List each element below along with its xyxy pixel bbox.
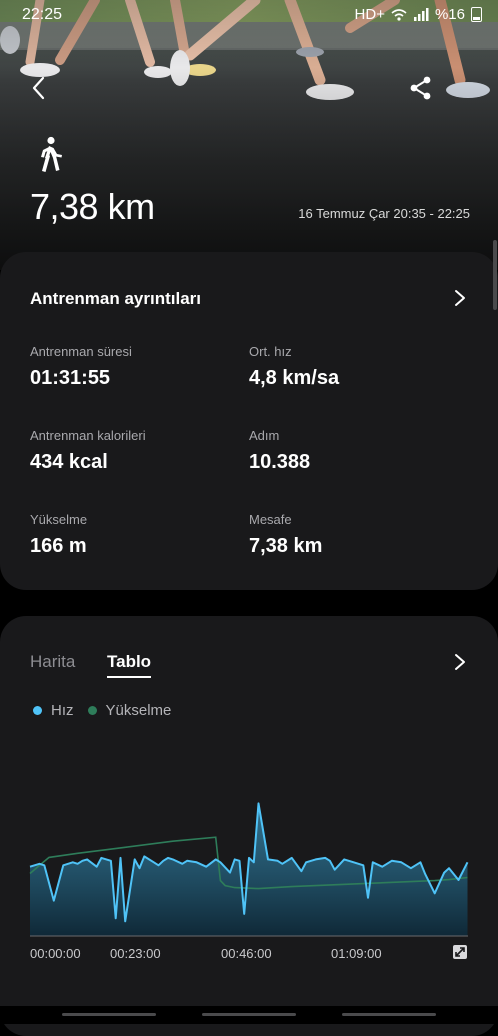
- status-time: 22:25: [22, 6, 63, 23]
- status-icons: HD+ %16: [355, 6, 482, 23]
- chart-card: Harita Tablo Hız Yükselme 00:00:00 00:23…: [0, 616, 498, 1036]
- stat-value: 01:31:55: [30, 367, 111, 389]
- stat-value: 7,38 km: [249, 535, 323, 557]
- stat-calories: Antrenman kalorileri 434 kcal: [30, 428, 146, 474]
- share-icon[interactable]: [408, 75, 434, 101]
- x-tick-label: 00:00:00: [30, 946, 81, 961]
- walking-person-icon: [41, 136, 62, 172]
- stat-label: Ort. hız: [249, 344, 292, 359]
- stat-label: Antrenman süresi: [30, 344, 132, 359]
- wifi-icon: [391, 9, 407, 21]
- network-label: HD+: [354, 6, 385, 23]
- stat-label: Adım: [249, 428, 280, 443]
- battery-icon: [471, 7, 482, 22]
- hero-distance: 7,38 km: [30, 186, 155, 227]
- stat-label: Antrenman kalorileri: [30, 428, 146, 443]
- nav-recents[interactable]: [62, 1013, 156, 1016]
- workout-details-card[interactable]: Antrenman ayrıntıları Antrenman süresi 0…: [0, 252, 498, 590]
- nav-home[interactable]: [202, 1013, 296, 1016]
- signal-icon: [413, 8, 429, 21]
- stat-steps: Adım 10.388: [249, 428, 310, 474]
- back-icon[interactable]: [26, 74, 54, 102]
- hero-gradient: [0, 0, 498, 270]
- stat-duration: Antrenman süresi 01:31:55: [30, 344, 132, 390]
- stat-elevation: Yükselme 166 m: [30, 512, 87, 558]
- expand-chart-icon[interactable]: [452, 944, 468, 960]
- chevron-right-icon[interactable]: [452, 288, 468, 308]
- stat-label: Yükselme: [30, 512, 88, 527]
- stat-value: 10.388: [249, 451, 311, 473]
- stat-value: 434 kcal: [30, 451, 108, 473]
- hero-photo: [0, 0, 498, 270]
- x-tick-label: 00:23:00: [110, 946, 161, 961]
- stat-label: Mesafe: [249, 512, 292, 527]
- battery-level: %16: [434, 6, 465, 23]
- workout-chart[interactable]: [0, 616, 498, 946]
- workout-date-range: 16 Temmuz Çar 20:35 - 22:25: [298, 206, 470, 221]
- workout-details-title: Antrenman ayrıntıları: [30, 289, 201, 308]
- system-nav-bar: [0, 1006, 498, 1024]
- x-tick-label: 00:46:00: [221, 946, 272, 961]
- stat-avg-speed: Ort. hız 4,8 km/sa: [249, 344, 339, 390]
- nav-back[interactable]: [342, 1013, 436, 1016]
- x-tick-label: 01:09:00: [331, 946, 382, 961]
- stat-value: 4,8 km/sa: [249, 367, 340, 389]
- stat-value: 166 m: [30, 535, 87, 557]
- scrollbar[interactable]: [493, 240, 497, 310]
- stat-distance: Mesafe 7,38 km: [249, 512, 322, 558]
- status-bar: 22:25 HD+ %16: [0, 0, 498, 30]
